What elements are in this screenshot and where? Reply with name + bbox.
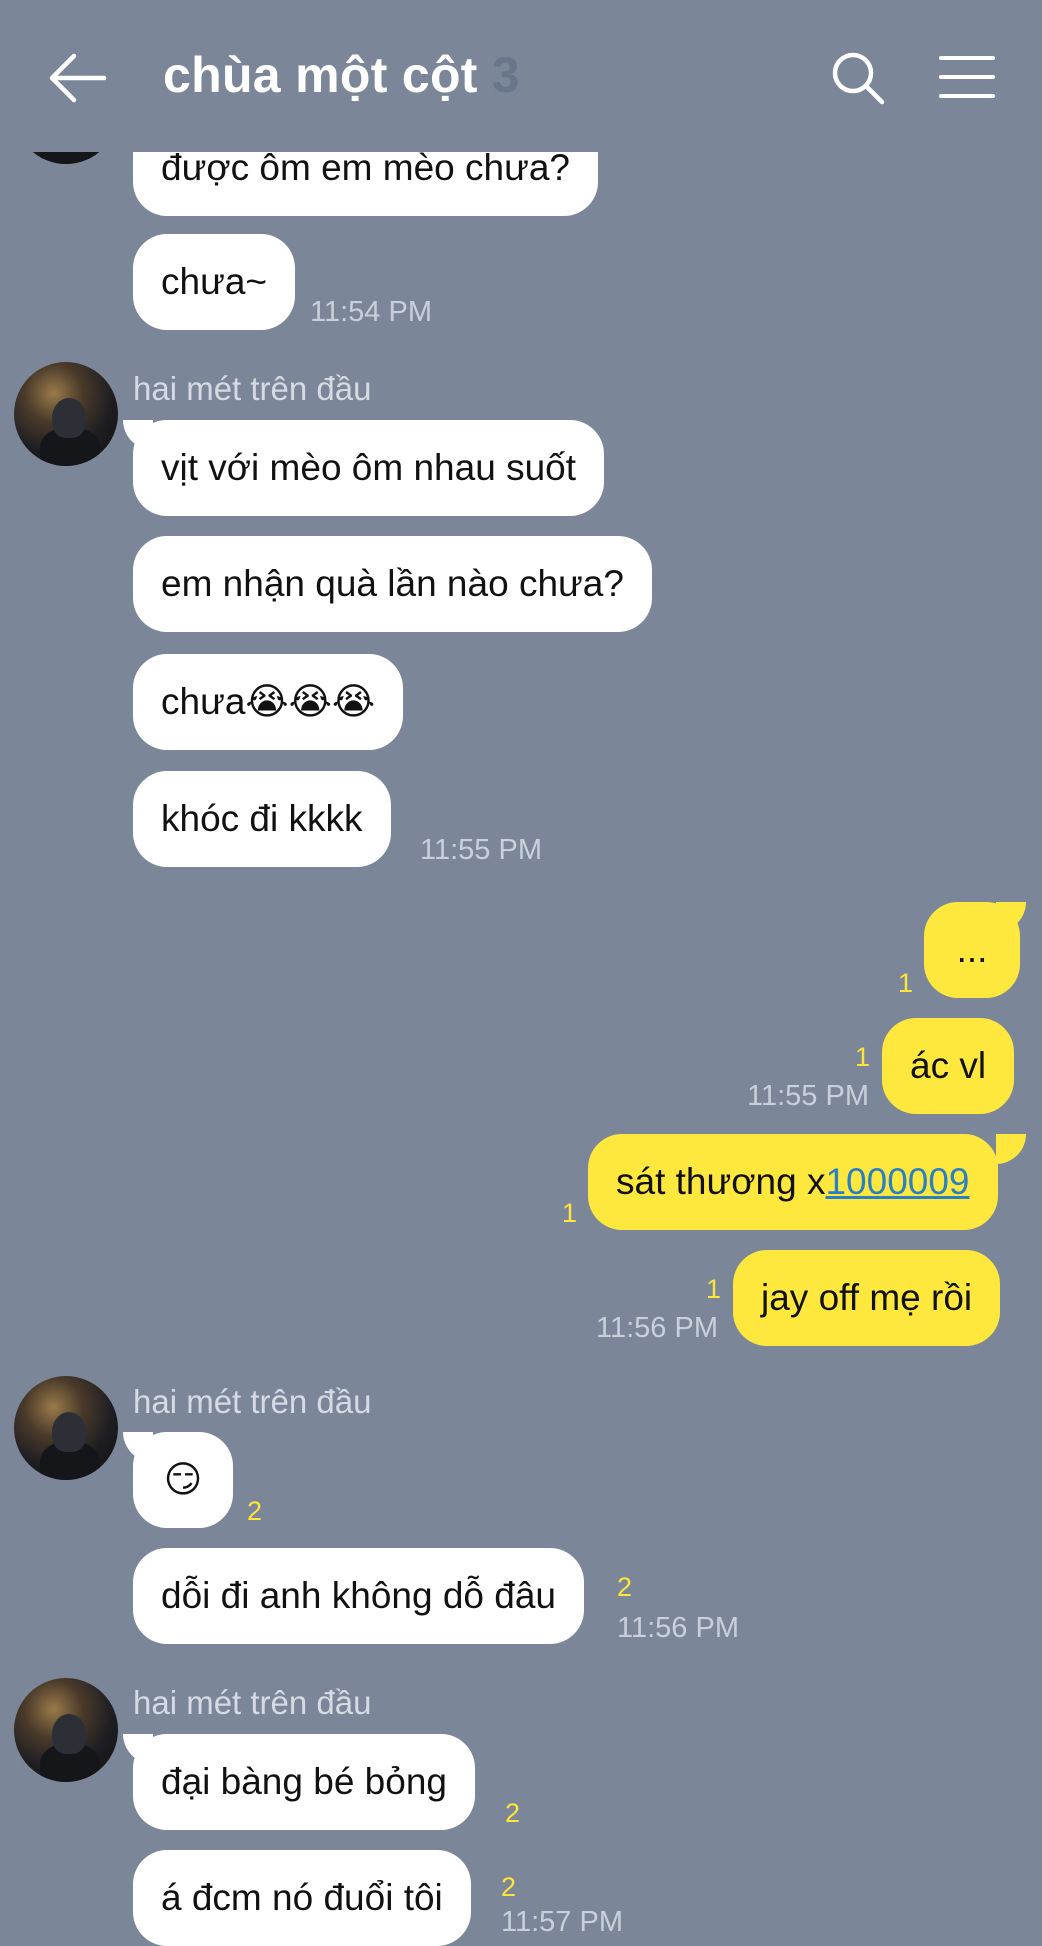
message-bubble[interactable]: chưa~ — [133, 234, 296, 330]
avatar[interactable] — [14, 1376, 118, 1480]
message-bubble[interactable]: jay off mẹ rồi — [733, 1250, 1001, 1346]
message-bubble[interactable]: á đcm nó đuổi tôi — [133, 1850, 471, 1946]
message-bubble[interactable]: đại bàng bé bỏng — [133, 1734, 475, 1830]
message-bubble[interactable]: chưa😭😭😭 — [133, 654, 404, 750]
unread-count: 1 — [898, 968, 914, 998]
unread-count: 1 — [706, 1274, 722, 1304]
message-time: 11:57 PM — [501, 1906, 623, 1938]
message-time: 11:54 PM — [310, 296, 432, 328]
chat-area: được ôm em mèo chưa? chưa~ 11:54 PM hai … — [0, 0, 1042, 1946]
message-bubble[interactable]: 😏 — [133, 1432, 233, 1528]
avatar[interactable] — [14, 362, 118, 466]
message-bubble[interactable]: ác vl — [882, 1018, 1015, 1114]
unread-count: 2 — [247, 1496, 263, 1526]
message-text: sát thương x — [616, 1161, 826, 1202]
search-icon[interactable] — [830, 50, 886, 106]
sender-name: hai mét trên đầu — [133, 370, 372, 407]
chat-title[interactable]: chùa một cột 3 — [163, 46, 520, 104]
chat-title-text: chùa một cột — [163, 47, 478, 103]
sender-name: hai mét trên đầu — [133, 1684, 372, 1721]
message-time: 11:55 PM — [747, 1080, 869, 1112]
unread-count: 2 — [501, 1872, 517, 1902]
bubble-tail — [996, 1134, 1026, 1164]
message-time: 11:56 PM — [596, 1312, 718, 1344]
avatar[interactable] — [14, 1678, 118, 1782]
message-link[interactable]: 1000009 — [825, 1161, 969, 1202]
unread-count: 1 — [562, 1198, 578, 1228]
message-time: 11:56 PM — [617, 1612, 739, 1644]
chat-header: chùa một cột 3 — [0, 0, 1042, 152]
menu-icon[interactable] — [938, 54, 996, 100]
unread-count: 2 — [617, 1572, 633, 1602]
unread-count: 1 — [855, 1042, 871, 1072]
message-bubble[interactable]: khóc đi kkkk — [133, 771, 391, 867]
message-bubble[interactable]: em nhận quà lần nào chưa? — [133, 536, 652, 632]
message-bubble[interactable]: vịt với mèo ôm nhau suốt — [133, 420, 605, 516]
sender-name: hai mét trên đầu — [133, 1383, 372, 1420]
unread-count: 2 — [505, 1798, 521, 1828]
message-time: 11:55 PM — [420, 834, 542, 866]
member-count: 3 — [491, 47, 520, 103]
message-bubble[interactable]: ... — [924, 902, 1020, 998]
message-bubble[interactable]: dỗi đi anh không dỗ đâu — [133, 1548, 585, 1644]
message-bubble[interactable]: sát thương x1000009 — [588, 1134, 998, 1230]
back-arrow-icon[interactable] — [48, 52, 108, 104]
